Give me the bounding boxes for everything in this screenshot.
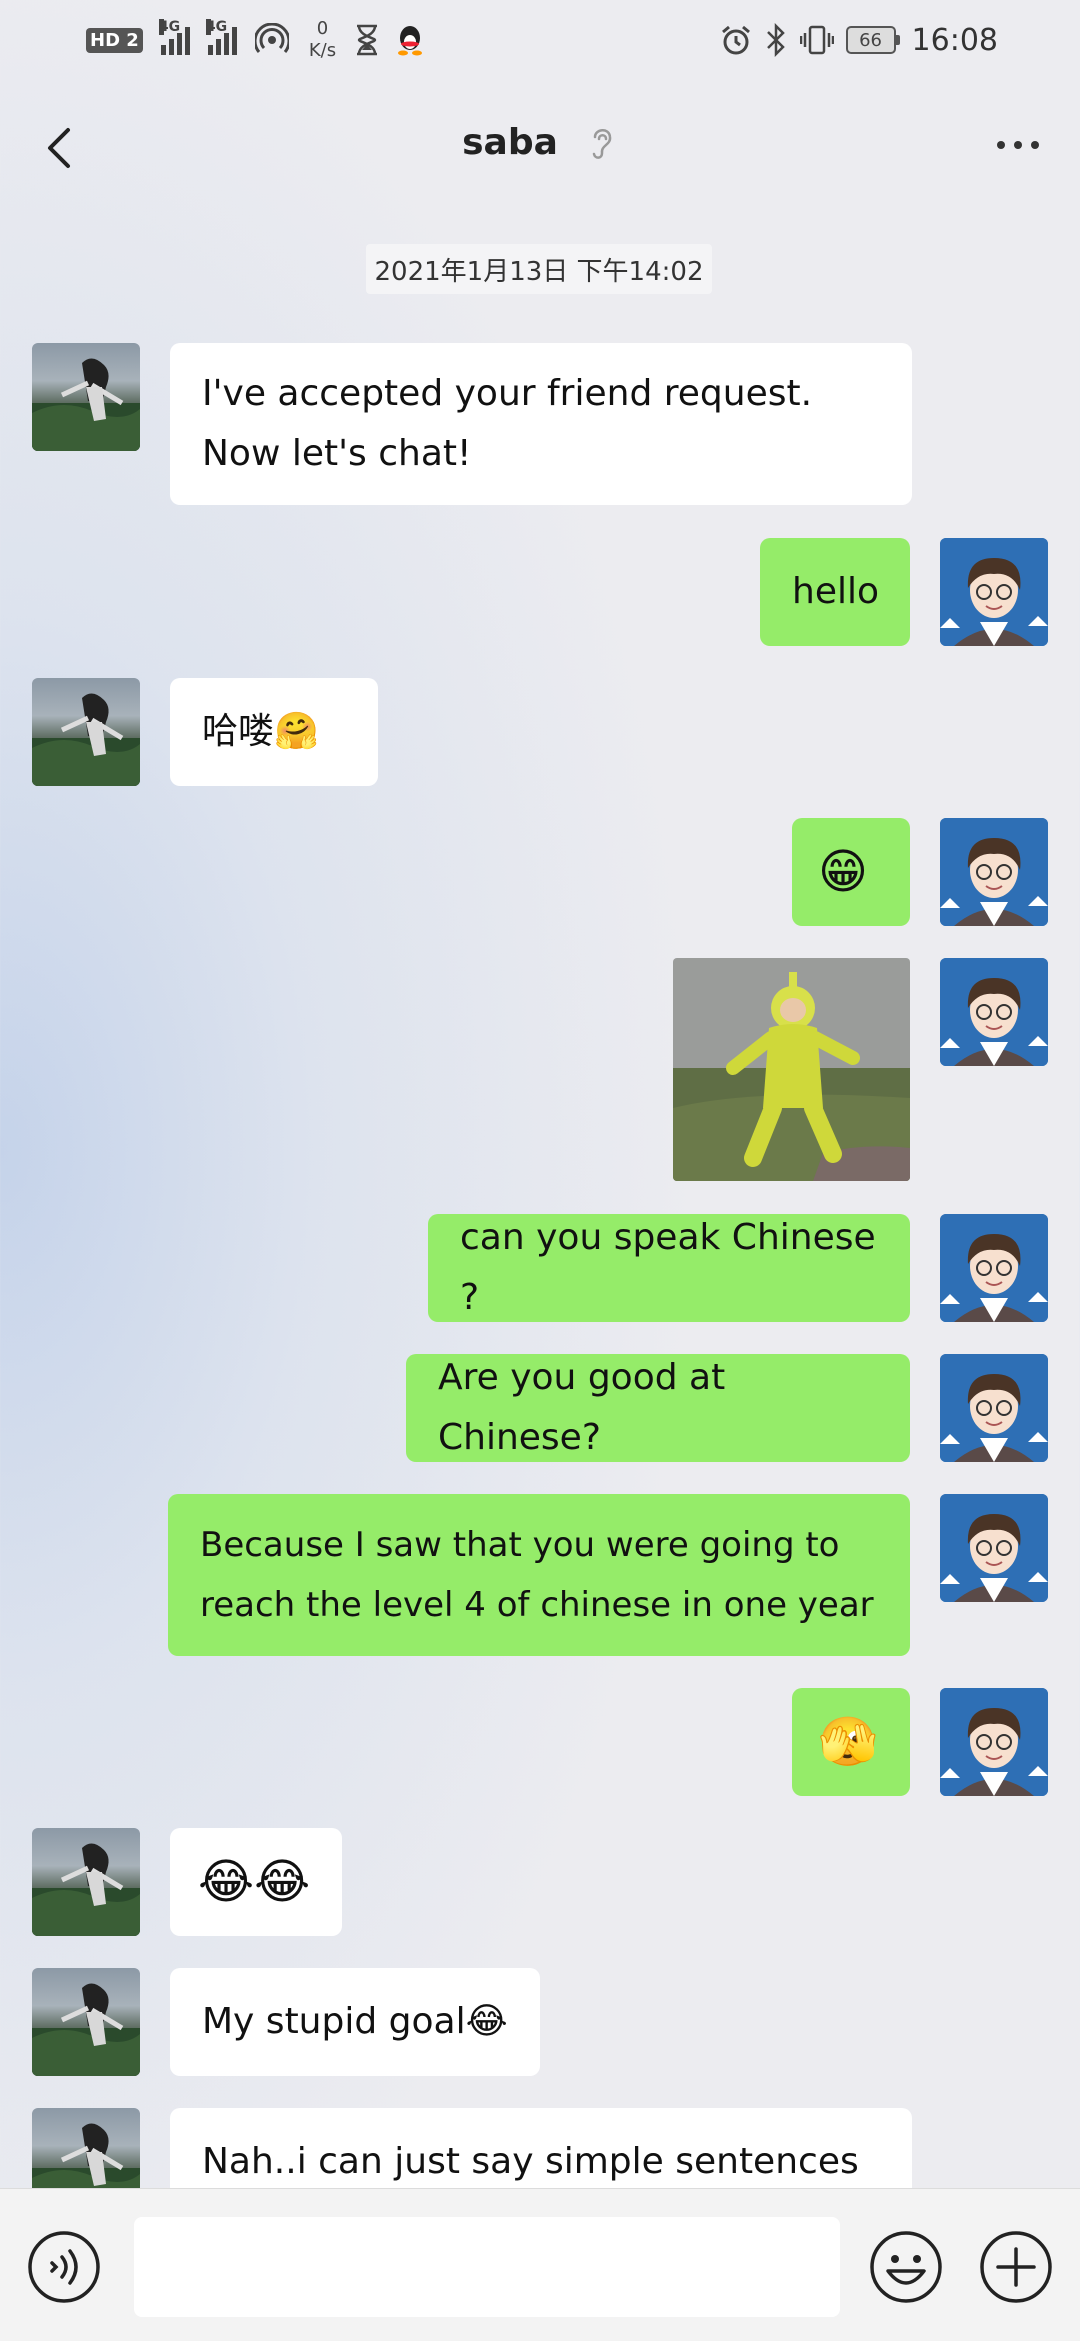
friend-avatar[interactable] <box>32 343 140 451</box>
incoming-message-bubble[interactable]: I've accepted your friend request. Now l… <box>170 343 912 505</box>
outgoing-message-bubble[interactable]: can you speak Chinese ? <box>428 1214 910 1322</box>
incoming-message-bubble[interactable]: My stupid goal😂 <box>170 1968 540 2076</box>
status-bar: HD 2 4G 4G 0 K/s 66 16:08 <box>0 0 1080 82</box>
message-text: 哈喽🤗 <box>202 711 319 752</box>
hotspot-icon <box>254 23 289 53</box>
outgoing-message-bubble[interactable]: Are you good at Chinese? <box>406 1354 910 1462</box>
vibrate-icon <box>799 25 834 55</box>
my-avatar[interactable] <box>940 1494 1048 1602</box>
message-text: Nah..i can just say simple sentences <box>202 2141 859 2182</box>
message-text: Because I saw that you were going to rea… <box>200 1525 874 1625</box>
emoji-icon[interactable] <box>868 2229 944 2305</box>
status-left: HD 2 4G 4G 0 K/s <box>86 18 424 62</box>
incoming-message-bubble[interactable]: 哈喽🤗 <box>170 678 378 786</box>
message-input[interactable] <box>134 2217 840 2317</box>
message-text: 🫣 <box>818 1714 878 1770</box>
more-dot-icon <box>997 141 1005 149</box>
more-dot-icon <box>1031 141 1039 149</box>
status-right: 66 16:08 <box>720 18 998 62</box>
chat-title[interactable]: saba <box>462 122 558 163</box>
outgoing-message-bubble[interactable]: Because I saw that you were going to rea… <box>168 1494 910 1656</box>
title-wrap: saba <box>0 122 1080 163</box>
more-options-button[interactable] <box>986 120 1050 170</box>
input-bar <box>0 2188 1080 2341</box>
outgoing-message-bubble[interactable]: 😁 <box>792 818 910 926</box>
my-avatar[interactable] <box>940 538 1048 646</box>
my-avatar[interactable] <box>940 1688 1048 1796</box>
message-text: can you speak Chinese ? <box>460 1217 876 1318</box>
friend-avatar[interactable] <box>32 1828 140 1936</box>
my-avatar[interactable] <box>940 958 1048 1066</box>
signal-icon: 4G <box>158 19 190 55</box>
friend-avatar[interactable] <box>32 1968 140 2076</box>
image-message[interactable] <box>673 958 910 1181</box>
message-text: hello <box>792 571 879 612</box>
incoming-message-bubble[interactable]: 😂😂 <box>170 1828 342 1936</box>
signal-icon-2: 4G <box>205 19 237 55</box>
message-text: My stupid goal😂 <box>202 2001 508 2042</box>
friend-avatar[interactable] <box>32 678 140 786</box>
message-timestamp: 2021年1月13日 下午14:02 <box>366 244 712 294</box>
message-text: Are you good at Chinese? <box>438 1357 726 1458</box>
message-text: 😁 <box>818 844 869 900</box>
plus-icon[interactable] <box>978 2229 1054 2305</box>
voice-icon[interactable] <box>26 2229 102 2305</box>
my-avatar[interactable] <box>940 1354 1048 1462</box>
qq-penguin-icon <box>398 26 423 56</box>
battery-icon: 66 <box>845 26 900 54</box>
my-avatar[interactable] <box>940 1214 1048 1322</box>
alarm-icon <box>721 25 750 55</box>
bluetooth-icon <box>766 23 785 57</box>
outgoing-message-bubble[interactable]: 🫣 <box>792 1688 910 1796</box>
clock: 16:08 <box>911 22 998 58</box>
outgoing-message-bubble[interactable]: hello <box>760 538 910 646</box>
message-text: 😂😂 <box>198 1854 311 1910</box>
earpiece-mode-icon <box>592 128 612 159</box>
my-avatar[interactable] <box>940 818 1048 926</box>
more-dot-icon <box>1014 141 1022 149</box>
hd-badge: HD 2 <box>86 27 143 53</box>
hourglass-icon <box>357 24 378 56</box>
network-speed: 0 K/s <box>308 18 337 61</box>
chat-header: saba <box>0 82 1080 212</box>
message-text: I've accepted your friend request. Now l… <box>202 373 813 474</box>
